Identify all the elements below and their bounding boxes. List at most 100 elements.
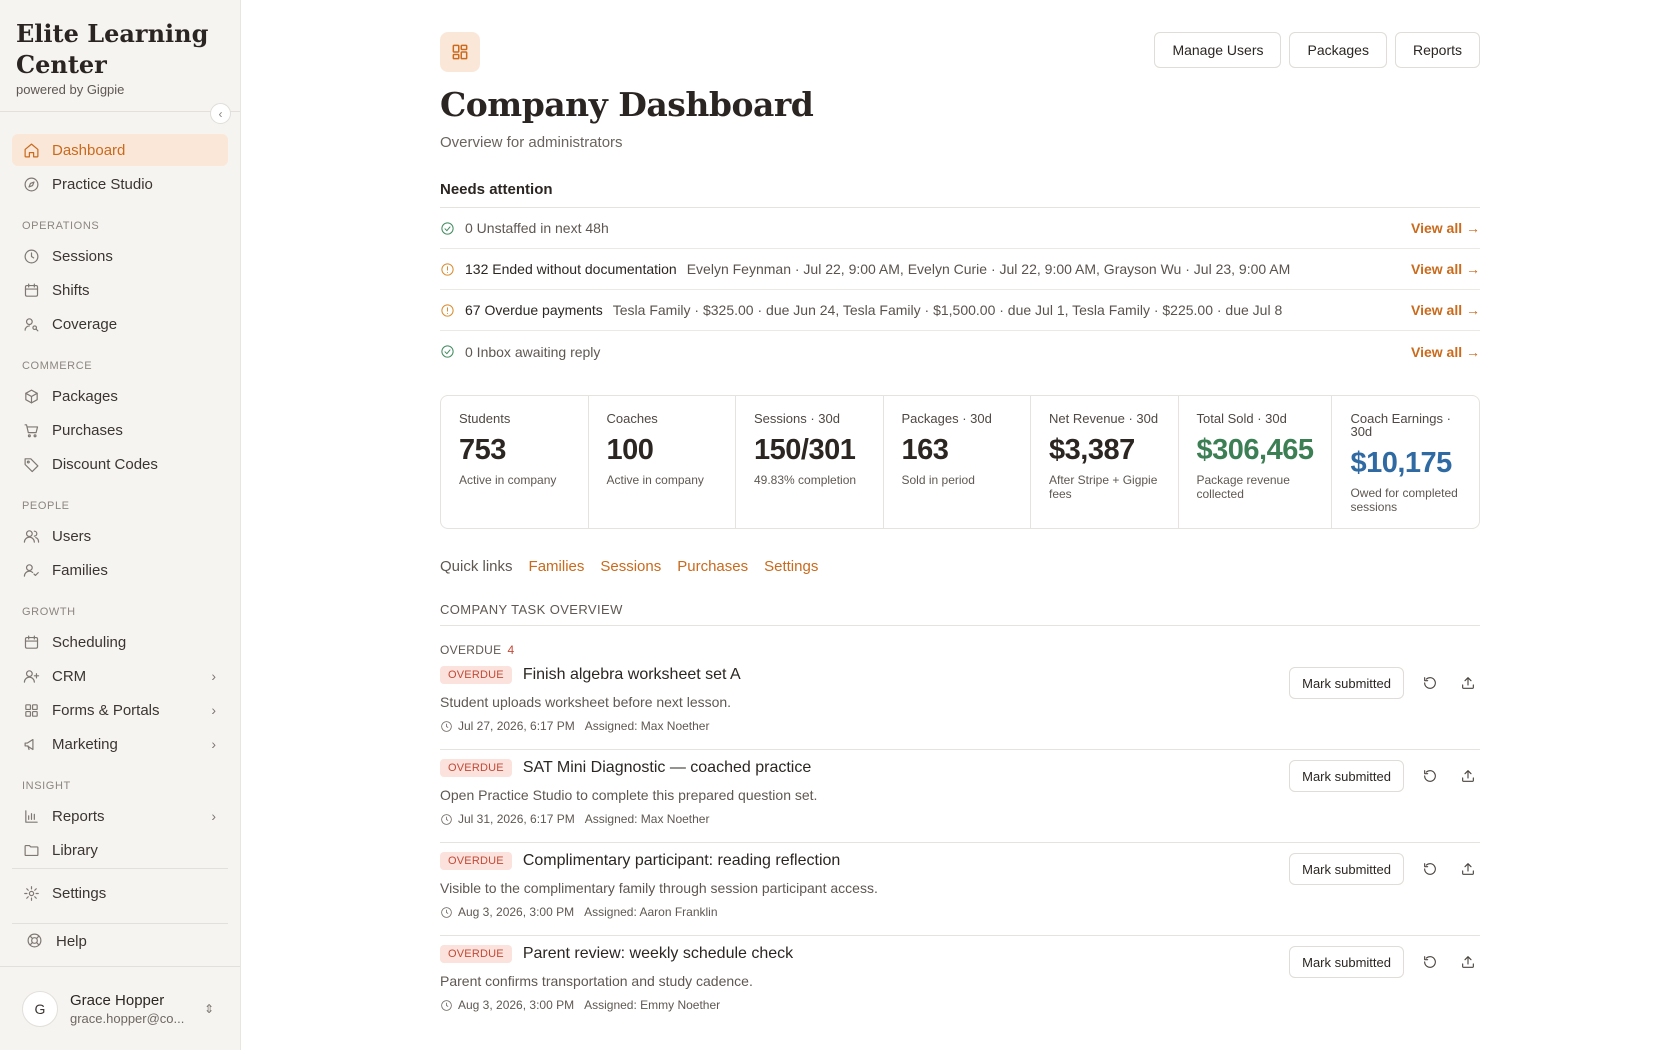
task-title[interactable]: SAT Mini Diagnostic — coached practice: [523, 759, 811, 777]
sidebar-item-marketing[interactable]: Marketing ›: [12, 728, 228, 760]
cart-icon: [22, 421, 40, 439]
quick-link-settings[interactable]: Settings: [764, 558, 818, 575]
attention-label: 67 Overdue payments: [465, 302, 603, 318]
task-title[interactable]: Finish algebra worksheet set A: [523, 666, 741, 684]
sidebar-item-scheduling[interactable]: Scheduling: [12, 626, 228, 658]
task-assignee: Assigned: Aaron Franklin: [584, 905, 718, 919]
mark-submitted-button[interactable]: Mark submitted: [1289, 946, 1404, 978]
upload-icon[interactable]: [1456, 671, 1480, 695]
upload-icon[interactable]: [1456, 857, 1480, 881]
nav-section-insight: INSIGHT: [22, 780, 71, 792]
sidebar-item-users[interactable]: Users: [12, 520, 228, 552]
chevron-right-icon: ›: [211, 736, 216, 752]
sidebar: Elite Learning Center powered by Gigpie …: [0, 0, 241, 1050]
attention-label: 0 Inbox awaiting reply: [465, 343, 601, 360]
brand-title-line2: Center: [16, 50, 107, 79]
sidebar-item-packages[interactable]: Packages: [12, 380, 228, 412]
mark-submitted-button[interactable]: Mark submitted: [1289, 667, 1404, 699]
sidebar-item-sessions[interactable]: Sessions: [12, 240, 228, 272]
user-menu[interactable]: G Grace Hopper grace.hopper@co... ⇕: [0, 966, 240, 1050]
sidebar-item-forms-portals[interactable]: Forms & Portals ›: [12, 694, 228, 726]
quick-link-purchases[interactable]: Purchases: [677, 558, 748, 575]
sidebar-item-purchases[interactable]: Purchases: [12, 414, 228, 446]
gear-icon: [22, 884, 40, 902]
sidebar-item-dashboard[interactable]: Dashboard: [12, 134, 228, 166]
attention-detail: Tesla Family · $325.00 · due Jun 24, Tes…: [612, 302, 1283, 318]
upload-icon[interactable]: [1456, 950, 1480, 974]
reports-button[interactable]: Reports: [1394, 32, 1480, 68]
mark-submitted-button[interactable]: Mark submitted: [1289, 760, 1404, 792]
stat-note: Active in company: [606, 473, 704, 487]
task-assignee: Assigned: Max Noether: [584, 812, 710, 826]
sidebar-item-label: Marketing: [52, 735, 118, 753]
task-title[interactable]: Parent review: weekly schedule check: [523, 945, 793, 963]
sidebar-item-library[interactable]: Library: [12, 834, 228, 866]
task-due-date: Aug 3, 2026, 3:00 PM: [458, 998, 575, 1012]
sidebar-item-help[interactable]: Help: [12, 925, 101, 957]
stat-students: Students 753 Active in company: [441, 396, 589, 528]
packages-button[interactable]: Packages: [1289, 32, 1387, 68]
view-all-link[interactable]: View all →: [1411, 302, 1480, 318]
clock-icon: [440, 813, 453, 826]
view-all-link[interactable]: View all →: [1411, 220, 1480, 236]
task-title[interactable]: Complimentary participant: reading refle…: [523, 852, 840, 870]
stat-net-revenue: Net Revenue · 30d $3,387 After Stripe + …: [1031, 396, 1179, 528]
stat-value: $306,465: [1196, 434, 1314, 466]
overdue-badge: OVERDUE: [440, 666, 512, 684]
group-name: OVERDUE: [440, 643, 502, 657]
view-all-link[interactable]: View all →: [1411, 261, 1480, 277]
check-circle-icon: [440, 344, 455, 359]
sidebar-item-coverage[interactable]: Coverage: [12, 308, 228, 340]
task-group-label: OVERDUE 4: [440, 643, 1480, 657]
task-item: OVERDUE Parent review: weekly schedule c…: [440, 936, 1480, 1029]
sidebar-item-label: Reports: [52, 807, 105, 825]
quick-link-families[interactable]: Families: [529, 558, 585, 575]
stat-value: $10,175: [1350, 447, 1452, 479]
stat-label: Net Revenue · 30d: [1049, 411, 1159, 426]
task-due-date: Jul 27, 2026, 6:17 PM: [458, 719, 575, 733]
reset-icon[interactable]: [1418, 950, 1442, 974]
stat-note: Owed for completed sessions: [1350, 486, 1458, 514]
chevron-left-icon: ‹: [218, 106, 223, 121]
check-circle-icon: [440, 221, 455, 236]
needs-attention-title: Needs attention: [440, 181, 1480, 208]
sidebar-item-discount-codes[interactable]: Discount Codes: [12, 448, 228, 480]
sidebar-item-label: Dashboard: [52, 141, 126, 159]
stat-note: Package revenue collected: [1196, 473, 1290, 501]
calendar-icon: [22, 633, 40, 651]
stat-value: $3,387: [1049, 434, 1135, 466]
chevron-right-icon: ›: [211, 808, 216, 824]
sidebar-item-label: Discount Codes: [52, 455, 158, 473]
sidebar-item-settings[interactable]: Settings: [12, 877, 228, 909]
mark-submitted-button[interactable]: Mark submitted: [1289, 853, 1404, 885]
user-plus-icon: [22, 667, 40, 685]
sidebar-item-reports[interactable]: Reports ›: [12, 800, 228, 832]
manage-users-button[interactable]: Manage Users: [1154, 32, 1282, 68]
stat-label: Packages · 30d: [901, 411, 992, 426]
collapse-sidebar-button[interactable]: ‹: [210, 103, 231, 124]
sidebar-item-shifts[interactable]: Shifts: [12, 274, 228, 306]
stat-label: Students: [459, 411, 511, 426]
package-icon: [22, 387, 40, 405]
upload-icon[interactable]: [1456, 764, 1480, 788]
stat-packages: Packages · 30d 163 Sold in period: [884, 396, 1031, 528]
task-item: OVERDUE SAT Mini Diagnostic — coached pr…: [440, 750, 1480, 843]
sidebar-item-crm[interactable]: CRM ›: [12, 660, 228, 692]
reset-icon[interactable]: [1418, 857, 1442, 881]
sidebar-item-families[interactable]: Families: [12, 554, 228, 586]
reset-icon[interactable]: [1418, 671, 1442, 695]
dashboard-grid-icon: [440, 32, 480, 72]
overdue-badge: OVERDUE: [440, 852, 512, 870]
sidebar-item-label: Forms & Portals: [52, 701, 160, 719]
sidebar-item-label: Coverage: [52, 315, 118, 333]
stat-label: Coach Earnings · 30d: [1350, 411, 1451, 439]
reset-icon[interactable]: [1418, 764, 1442, 788]
group-count: 4: [507, 643, 515, 657]
quick-link-sessions[interactable]: Sessions: [600, 558, 661, 575]
nav-section-growth: GROWTH: [22, 606, 76, 618]
sidebar-item-practice-studio[interactable]: Practice Studio: [12, 168, 228, 200]
avatar: G: [22, 990, 58, 1027]
view-all-link[interactable]: View all →: [1411, 344, 1480, 360]
grid-icon: [22, 701, 40, 719]
task-due-date: Aug 3, 2026, 3:00 PM: [458, 905, 575, 919]
